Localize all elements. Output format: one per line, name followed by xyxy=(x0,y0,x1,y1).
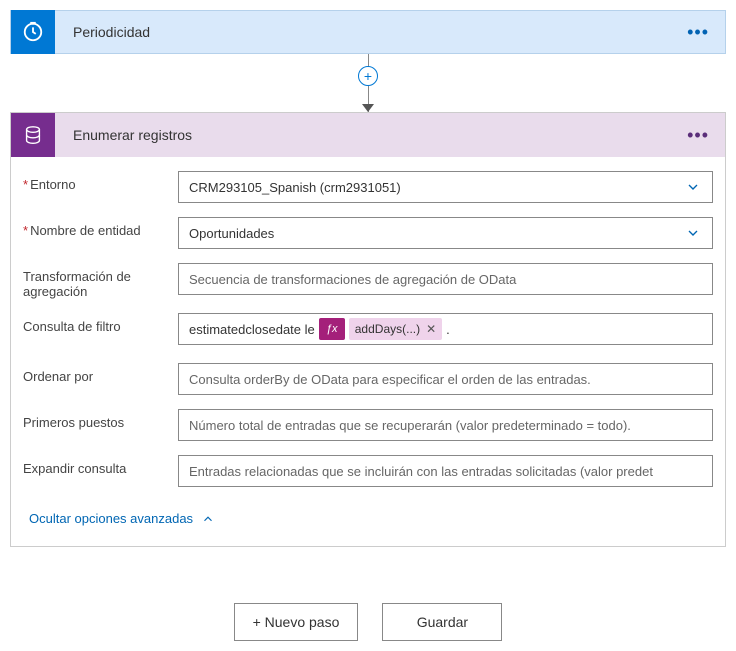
hide-advanced-label: Ocultar opciones avanzadas xyxy=(29,511,193,526)
recurrence-icon xyxy=(11,10,55,54)
chevron-down-icon xyxy=(684,178,702,196)
hide-advanced-toggle[interactable]: Ocultar opciones avanzadas xyxy=(23,501,713,542)
filtro-prefix: estimatedclosedate le xyxy=(189,322,315,337)
label-ordenar: Ordenar por xyxy=(23,363,178,384)
action-body: *Entorno CRM293105_Spanish (crm2931051) … xyxy=(11,157,725,546)
action-title: Enumerar registros xyxy=(55,127,683,143)
token-text: addDays(...) xyxy=(355,322,420,336)
chevron-down-icon xyxy=(684,224,702,242)
action-menu-button[interactable]: ••• xyxy=(683,125,713,146)
entorno-value: CRM293105_Spanish (crm2931051) xyxy=(189,180,401,195)
database-icon xyxy=(11,113,55,157)
entidad-select[interactable]: Oportunidades xyxy=(178,217,713,249)
action-header[interactable]: Enumerar registros ••• xyxy=(11,113,725,157)
trigger-menu-button[interactable]: ••• xyxy=(683,22,713,43)
filtro-input[interactable]: estimatedclosedate le ƒx addDays(...) ✕ … xyxy=(178,313,713,345)
label-entorno: *Entorno xyxy=(23,171,178,192)
save-button[interactable]: Guardar xyxy=(382,603,502,641)
ordenar-input[interactable]: Consulta orderBy de OData para especific… xyxy=(178,363,713,395)
row-entorno: *Entorno CRM293105_Spanish (crm2931051) xyxy=(23,171,713,203)
arrow-down-icon xyxy=(362,104,374,112)
label-filtro: Consulta de filtro xyxy=(23,313,178,334)
filtro-suffix: . xyxy=(446,322,450,337)
action-card: Enumerar registros ••• *Entorno CRM29310… xyxy=(10,112,726,547)
row-entidad: *Nombre de entidad Oportunidades xyxy=(23,217,713,249)
connector: + xyxy=(10,54,726,112)
expression-token[interactable]: addDays(...) ✕ xyxy=(349,318,442,340)
row-ordenar: Ordenar por Consulta orderBy de OData pa… xyxy=(23,363,713,395)
row-filtro: Consulta de filtro estimatedclosedate le… xyxy=(23,313,713,345)
agregacion-placeholder: Secuencia de transformaciones de agregac… xyxy=(189,272,516,287)
fx-icon: ƒx xyxy=(319,318,345,340)
primeros-input[interactable]: Número total de entradas que se recupera… xyxy=(178,409,713,441)
entidad-value: Oportunidades xyxy=(189,226,274,241)
row-expandir: Expandir consulta Entradas relacionadas … xyxy=(23,455,713,487)
agregacion-input[interactable]: Secuencia de transformaciones de agregac… xyxy=(178,263,713,295)
ordenar-placeholder: Consulta orderBy de OData para especific… xyxy=(189,372,591,387)
expandir-placeholder: Entradas relacionadas que se incluirán c… xyxy=(189,464,653,479)
expandir-input[interactable]: Entradas relacionadas que se incluirán c… xyxy=(178,455,713,487)
primeros-placeholder: Número total de entradas que se recupera… xyxy=(189,418,631,433)
trigger-card[interactable]: Periodicidad ••• xyxy=(10,10,726,54)
chevron-up-icon xyxy=(201,512,215,526)
new-step-button[interactable]: + Nuevo paso xyxy=(234,603,359,641)
label-expandir: Expandir consulta xyxy=(23,455,178,476)
trigger-title: Periodicidad xyxy=(55,24,683,40)
footer: + Nuevo paso Guardar xyxy=(10,603,726,641)
add-step-inline-button[interactable]: + xyxy=(358,66,378,86)
label-primeros: Primeros puestos xyxy=(23,409,178,430)
entorno-select[interactable]: CRM293105_Spanish (crm2931051) xyxy=(178,171,713,203)
token-remove-icon[interactable]: ✕ xyxy=(426,322,436,336)
row-agregacion: Transformación de agregación Secuencia d… xyxy=(23,263,713,299)
row-primeros: Primeros puestos Número total de entrada… xyxy=(23,409,713,441)
label-agregacion: Transformación de agregación xyxy=(23,263,178,299)
label-entidad: *Nombre de entidad xyxy=(23,217,178,238)
